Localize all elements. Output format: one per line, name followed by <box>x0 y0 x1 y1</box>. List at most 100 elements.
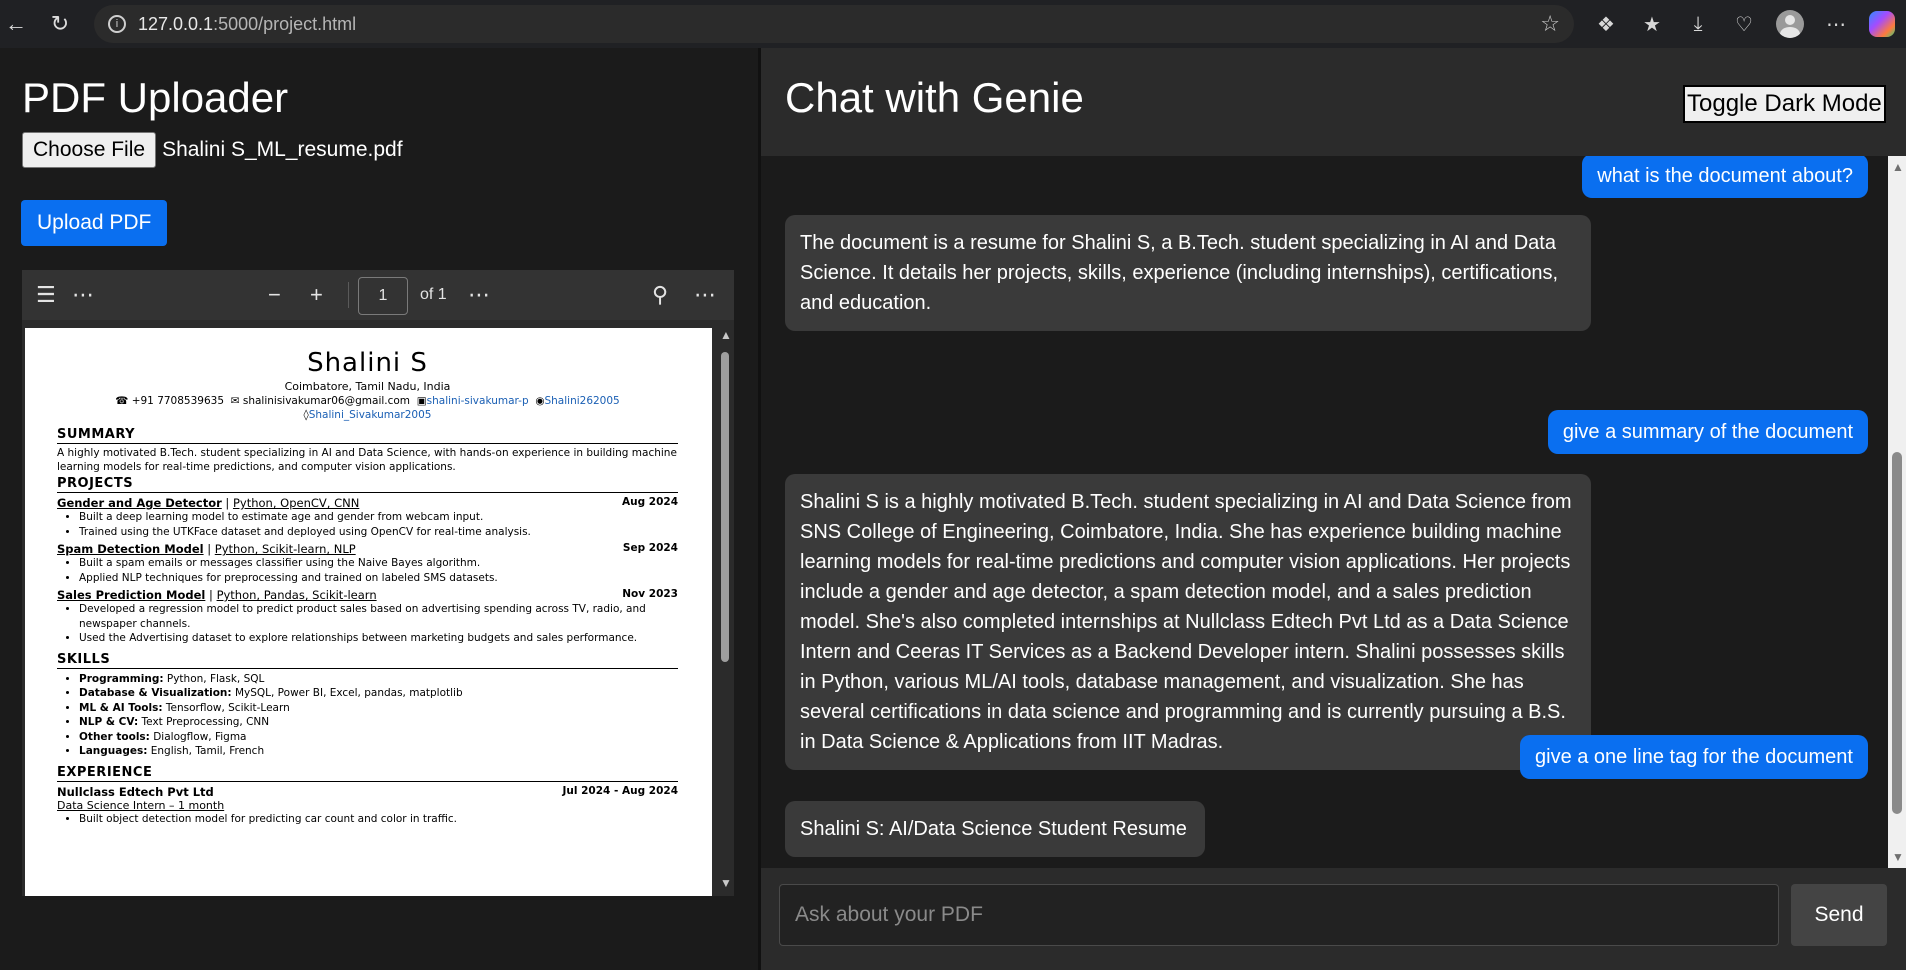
skill-value: English, Tamil, French <box>150 745 265 757</box>
more-options-icon[interactable]: ⋯ <box>1820 8 1852 40</box>
favorites-icon[interactable]: ★ <box>1636 8 1668 40</box>
send-button[interactable]: Send <box>1791 884 1887 946</box>
scroll-down-icon[interactable]: ▼ <box>1892 850 1904 864</box>
user-message: what is the document about? <box>1582 156 1868 198</box>
contents-list-icon[interactable]: ☰ <box>36 282 56 308</box>
pdf-uploader-panel: PDF Uploader Choose File Shalini S_ML_re… <box>0 48 758 970</box>
browser-actions: ❖ ★ ⤓ ♡ ⋯ <box>1590 8 1898 40</box>
project-bullets: Developed a regression model to predict … <box>79 602 678 646</box>
address-bar[interactable]: i 127.0.0.1:5000/project.html ☆ <box>94 5 1574 43</box>
user-message: give a summary of the document <box>1547 410 1868 454</box>
more-center-icon[interactable]: ⋯ <box>468 282 490 308</box>
url-path: :5000/project.html <box>213 13 357 34</box>
bot-message: The document is a resume for Shalini S, … <box>785 215 1591 331</box>
scroll-up-icon[interactable]: ▲ <box>1892 160 1904 174</box>
search-icon[interactable]: ⚲ <box>652 282 668 308</box>
copilot-logo <box>1869 11 1895 37</box>
email-icon: ✉ <box>230 395 240 407</box>
toggle-dark-mode-button[interactable]: Toggle Dark Mode <box>1683 85 1886 123</box>
back-icon[interactable]: ← <box>2 10 30 38</box>
zoom-in-icon[interactable]: + <box>310 282 323 308</box>
skill-label: Programming: <box>79 672 164 685</box>
bot-message: Shalini S is a highly motivated B.Tech. … <box>785 474 1591 770</box>
pdf-toolbar: ☰ ⋯ − + 1 of 1 ⋯ ⚲ ⋯ <box>22 270 734 320</box>
pdf-page: Shalini S Coimbatore, Tamil Nadu, India … <box>25 328 712 896</box>
bullet: Applied NLP techniques for preprocessing… <box>79 571 678 586</box>
resume-kaggle-link[interactable]: Shalini_Sivakumar2005 <box>309 409 432 421</box>
skill-label: Languages: <box>79 745 148 757</box>
project-title: Gender and Age Detector <box>57 496 222 510</box>
chat-input[interactable] <box>779 884 1779 946</box>
profile-avatar[interactable] <box>1774 8 1806 40</box>
resume-name: Shalini S <box>307 348 428 378</box>
selected-file-name: Shalini S_ML_resume.pdf <box>162 138 403 161</box>
skill-label: Database & Visualization: <box>79 687 232 699</box>
favorite-star-icon[interactable]: ☆ <box>1540 11 1560 37</box>
project-tech: Python, Scikit-learn, NLP <box>214 542 356 556</box>
resume-contact: ☎ +91 7708539635 ✉ shalinisivakumar06@gm… <box>57 395 678 407</box>
refresh-icon[interactable]: ↻ <box>46 10 74 38</box>
chat-header: Chat with Genie Toggle Dark Mode <box>761 48 1906 156</box>
resume-location: Coimbatore, Tamil Nadu, India <box>284 380 451 393</box>
page-number-input[interactable]: 1 <box>358 277 408 315</box>
pdf-viewer: ☰ ⋯ − + 1 of 1 ⋯ ⚲ ⋯ Shalini S Coimbator… <box>22 270 734 896</box>
resume-github-link[interactable]: Shalini262005 <box>544 395 619 407</box>
upload-pdf-button[interactable]: Upload PDF <box>21 200 168 246</box>
summary-text: A highly motivated B.Tech. student speci… <box>57 447 677 473</box>
experience-bullets: Built object detection model for predict… <box>79 812 678 827</box>
scroll-up-icon[interactable]: ▲ <box>720 328 732 342</box>
project-date: Nov 2023 <box>622 588 678 600</box>
project-bullets: Built a deep learning model to estimate … <box>79 510 678 539</box>
choose-file-button[interactable]: Choose File <box>22 132 157 168</box>
project-item: Sales Prediction Model | Python, Pandas,… <box>57 588 678 602</box>
skills-list: Programming: Python, Flask, SQL Database… <box>79 672 678 759</box>
bullet: Built object detection model for predict… <box>79 812 678 827</box>
user-message: give a one line tag for the document <box>1520 735 1868 779</box>
downloads-icon[interactable]: ⤓ <box>1682 8 1714 40</box>
skill-value: Text Preprocessing, CNN <box>141 716 270 728</box>
experience-role: Data Science Intern – 1 month <box>57 798 225 812</box>
health-icon[interactable]: ♡ <box>1728 8 1760 40</box>
copilot-icon[interactable] <box>1866 8 1898 40</box>
more-left-icon[interactable]: ⋯ <box>72 282 94 308</box>
experience-company: Nullclass Edtech Pvt Ltd <box>57 784 214 799</box>
url-text: 127.0.0.1:5000/project.html <box>138 14 356 35</box>
scroll-down-icon[interactable]: ▼ <box>720 876 732 890</box>
project-tech: Python, Pandas, Scikit-learn <box>216 588 377 602</box>
bullet: Built a spam emails or messages classifi… <box>79 556 678 571</box>
chat-input-bar: Send <box>761 868 1906 970</box>
more-right-icon[interactable]: ⋯ <box>694 282 716 308</box>
project-bullets: Built a spam emails or messages classifi… <box>79 556 678 585</box>
scroll-thumb[interactable] <box>721 352 729 662</box>
skill-item: ML & AI Tools: Tensorflow, Scikit-Learn <box>79 701 678 716</box>
skill-value: MySQL, Power BI, Excel, pandas, matplotl… <box>234 687 463 699</box>
chat-scrollbar[interactable]: ▲ ▼ <box>1888 156 1906 868</box>
phone-icon: ☎ <box>115 395 129 407</box>
skill-item: Other tools: Dialogflow, Figma <box>79 730 678 745</box>
info-icon[interactable]: i <box>108 15 126 33</box>
experience-date: Jul 2024 - Aug 2024 <box>562 784 678 797</box>
file-picker: Choose File Shalini S_ML_resume.pdf <box>22 132 403 168</box>
experience-heading: EXPERIENCE <box>57 765 678 782</box>
resume-linkedin-link[interactable]: shalini-sivakumar-p <box>427 395 529 407</box>
chat-messages: what is the document about? The document… <box>761 156 1888 868</box>
skill-value: Tensorflow, Scikit-Learn <box>165 701 290 714</box>
skill-label: NLP & CV: <box>79 716 139 728</box>
project-title: Sales Prediction Model <box>57 588 206 602</box>
resume-email: shalinisivakumar06@gmail.com <box>242 395 411 407</box>
scroll-thumb[interactable] <box>1892 452 1902 814</box>
skill-label: Other tools: <box>79 730 150 743</box>
chat-panel: Chat with Genie Toggle Dark Mode what is… <box>761 48 1906 970</box>
skill-item: Languages: English, Tamil, French <box>79 744 678 759</box>
pdf-scrollbar[interactable]: ▲ ▼ <box>718 328 732 890</box>
project-tech: Python, OpenCV, CNN <box>232 496 360 510</box>
skill-value: Python, Flask, SQL <box>166 672 265 685</box>
summary-heading: SUMMARY <box>57 427 678 444</box>
zoom-out-icon[interactable]: − <box>268 282 281 308</box>
skill-label: ML & AI Tools: <box>79 701 163 714</box>
pdf-document-area[interactable]: Shalini S Coimbatore, Tamil Nadu, India … <box>22 320 734 896</box>
avatar <box>1776 10 1804 38</box>
project-item: Spam Detection Model | Python, Scikit-le… <box>57 542 678 556</box>
skill-item: Database & Visualization: MySQL, Power B… <box>79 686 678 701</box>
extensions-icon[interactable]: ❖ <box>1590 8 1622 40</box>
